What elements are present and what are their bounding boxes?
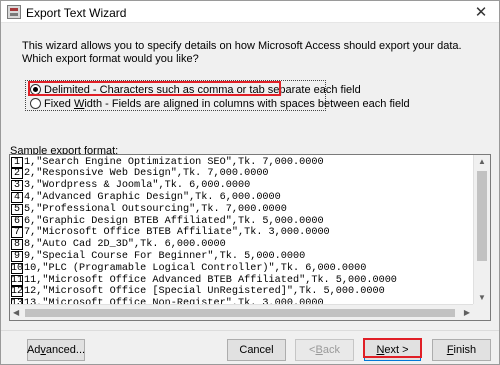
row-text: 8,"Auto Cad 2D_3D",Tk. 6,000.0000 bbox=[24, 239, 226, 251]
intro-line-1: This wizard allows you to specify detail… bbox=[22, 40, 462, 52]
sample-row: 3 3,"Wordpress & Joomla",Tk. 6,000.0000 bbox=[10, 180, 250, 192]
delimited-radio[interactable] bbox=[30, 84, 41, 95]
back-button[interactable]: < Back bbox=[295, 339, 354, 361]
scroll-left-icon[interactable]: ◀ bbox=[13, 309, 19, 317]
export-text-wizard-dialog: Export Text Wizard ✕ This wizard allows … bbox=[0, 0, 500, 365]
row-number: 5 bbox=[11, 203, 23, 215]
row-number: 4 bbox=[11, 191, 23, 203]
fixed-width-option[interactable]: Fixed Width - Fields are aligned in colu… bbox=[30, 97, 410, 110]
sample-rows: 1 1,"Search Engine Optimization SEO",Tk. … bbox=[10, 155, 473, 305]
vertical-scroll-thumb[interactable] bbox=[477, 171, 487, 261]
row-number: 12 bbox=[11, 286, 23, 298]
sample-row: 9 9,"Special Course For Beginner",Tk. 5,0… bbox=[10, 250, 305, 262]
scroll-right-icon[interactable]: ▶ bbox=[464, 309, 470, 317]
vertical-scrollbar[interactable]: ▲ ▼ bbox=[473, 155, 490, 305]
footer-divider bbox=[1, 330, 499, 331]
sample-row: 8 8,"Auto Cad 2D_3D",Tk. 6,000.0000 bbox=[10, 239, 226, 251]
scroll-up-icon[interactable]: ▲ bbox=[478, 158, 486, 166]
row-text: 9,"Special Course For Beginner",Tk. 5,00… bbox=[24, 250, 306, 262]
advanced-button[interactable]: Ad v anced... bbox=[27, 339, 85, 361]
row-text: 4,"Advanced Graphic Design",Tk. 6,000.00… bbox=[24, 191, 281, 203]
delimited-label[interactable]: Delimited - Characters such as comma or … bbox=[44, 84, 361, 96]
sample-row: 2 2,"Responsive Web Design",Tk. 7,000.000… bbox=[10, 168, 269, 180]
sample-row: 6 6,"Graphic Design BTEB Affiliated",Tk. … bbox=[10, 215, 324, 227]
intro-text: This wizard allows you to specify detail… bbox=[22, 40, 462, 66]
row-text: 1,"Search Engine Optimization SEO",Tk. 7… bbox=[24, 156, 324, 168]
horizontal-scrollbar[interactable]: ◀ ▶ bbox=[10, 304, 473, 320]
row-number: 2 bbox=[11, 168, 23, 180]
row-text: 12,"Microsoft Office [Special UnRegister… bbox=[24, 286, 385, 298]
title-bar[interactable]: Export Text Wizard ✕ bbox=[1, 1, 499, 23]
row-number: 10 bbox=[11, 262, 23, 274]
row-number: 11 bbox=[11, 274, 23, 286]
row-number: 1 bbox=[11, 156, 23, 168]
row-text: 2,"Responsive Web Design",Tk. 7,000.0000 bbox=[24, 168, 269, 180]
row-number: 3 bbox=[11, 180, 23, 192]
export-format-group: Delimited - Characters such as comma or … bbox=[25, 80, 410, 111]
sample-row: 11 11,"Microsoft Office Advanced BTEB Aff… bbox=[10, 274, 397, 286]
row-number: 6 bbox=[11, 215, 23, 227]
row-text: 10,"PLC (Programable Logical Controller)… bbox=[24, 262, 367, 274]
next-button[interactable]: Next > bbox=[364, 339, 421, 361]
sample-row: 5 5,"Professional Outsourcing",Tk. 7,000.… bbox=[10, 203, 287, 215]
sample-row: 1 1,"Search Engine Optimization SEO",Tk. … bbox=[10, 156, 324, 168]
fixed-width-radio[interactable] bbox=[30, 98, 41, 109]
close-button[interactable]: ✕ bbox=[463, 1, 499, 22]
sample-row: 10 10,"PLC (Programable Logical Controlle… bbox=[10, 262, 366, 274]
row-number: 7 bbox=[11, 227, 23, 239]
row-number: 8 bbox=[11, 239, 23, 251]
sample-row: 7 7,"Microsoft Office BTEB Affiliate",Tk.… bbox=[10, 227, 330, 239]
row-text: 5,"Professional Outsourcing",Tk. 7,000.0… bbox=[24, 203, 287, 215]
delimited-option[interactable]: Delimited - Characters such as comma or … bbox=[30, 83, 361, 96]
fixed-width-label[interactable]: Fixed Width - Fields are aligned in colu… bbox=[44, 98, 410, 110]
row-text: 7,"Microsoft Office BTEB Affiliate",Tk. … bbox=[24, 227, 330, 239]
intro-line-2: Which export format would you like? bbox=[22, 53, 199, 65]
cancel-button[interactable]: Cancel bbox=[227, 339, 286, 361]
row-text: 3,"Wordpress & Joomla",Tk. 6,000.0000 bbox=[24, 180, 251, 192]
row-text: 11,"Microsoft Office Advanced BTEB Affil… bbox=[24, 274, 397, 286]
horizontal-scroll-thumb[interactable] bbox=[25, 309, 455, 317]
finish-button[interactable]: Finish bbox=[432, 339, 491, 361]
row-text: 6,"Graphic Design BTEB Affiliated",Tk. 5… bbox=[24, 215, 324, 227]
window-title: Export Text Wizard bbox=[26, 6, 127, 20]
sample-export-preview[interactable]: 1 1,"Search Engine Optimization SEO",Tk. … bbox=[9, 154, 491, 321]
sample-row: 12 12,"Microsoft Office [Special UnRegist… bbox=[10, 286, 385, 298]
access-app-icon bbox=[7, 5, 21, 19]
scroll-corner bbox=[473, 304, 490, 320]
scroll-down-icon[interactable]: ▼ bbox=[478, 294, 486, 302]
sample-row: 4 4,"Advanced Graphic Design",Tk. 6,000.0… bbox=[10, 191, 281, 203]
row-number: 9 bbox=[11, 250, 23, 262]
